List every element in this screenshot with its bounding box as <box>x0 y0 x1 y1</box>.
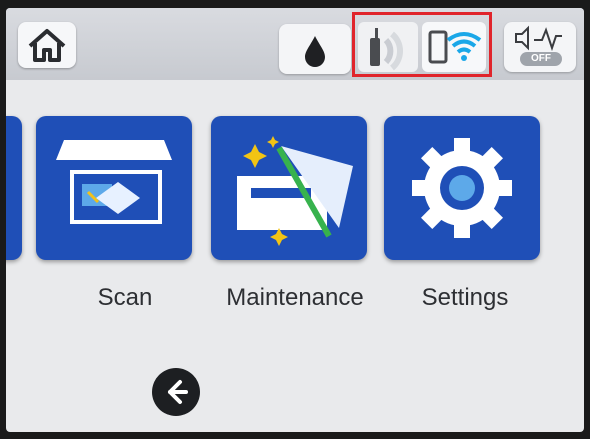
partial-menu-tile[interactable] <box>6 116 22 260</box>
settings-label: Settings <box>421 284 509 311</box>
back-arrow-icon <box>168 380 188 404</box>
scan-tile[interactable] <box>36 116 192 260</box>
settings-icon <box>412 138 512 238</box>
maintenance-icon <box>237 136 353 246</box>
scan-icon <box>56 140 172 224</box>
sound-status-icon <box>515 25 562 52</box>
maintenance-label: Maintenance <box>226 284 364 311</box>
scan-label: Scan <box>97 284 153 311</box>
network-status-highlight <box>352 12 492 77</box>
home-icon <box>28 29 66 62</box>
ink-drop-icon <box>305 36 325 67</box>
maintenance-tile[interactable] <box>211 116 367 260</box>
settings-tile[interactable] <box>384 116 540 260</box>
sound-status-badge: OFF <box>520 52 562 66</box>
back-button[interactable] <box>152 368 200 416</box>
printer-control-panel: OFF Scan Maintenance Settings <box>6 8 584 432</box>
ink-levels-button[interactable] <box>279 24 351 74</box>
home-button[interactable] <box>18 22 76 68</box>
